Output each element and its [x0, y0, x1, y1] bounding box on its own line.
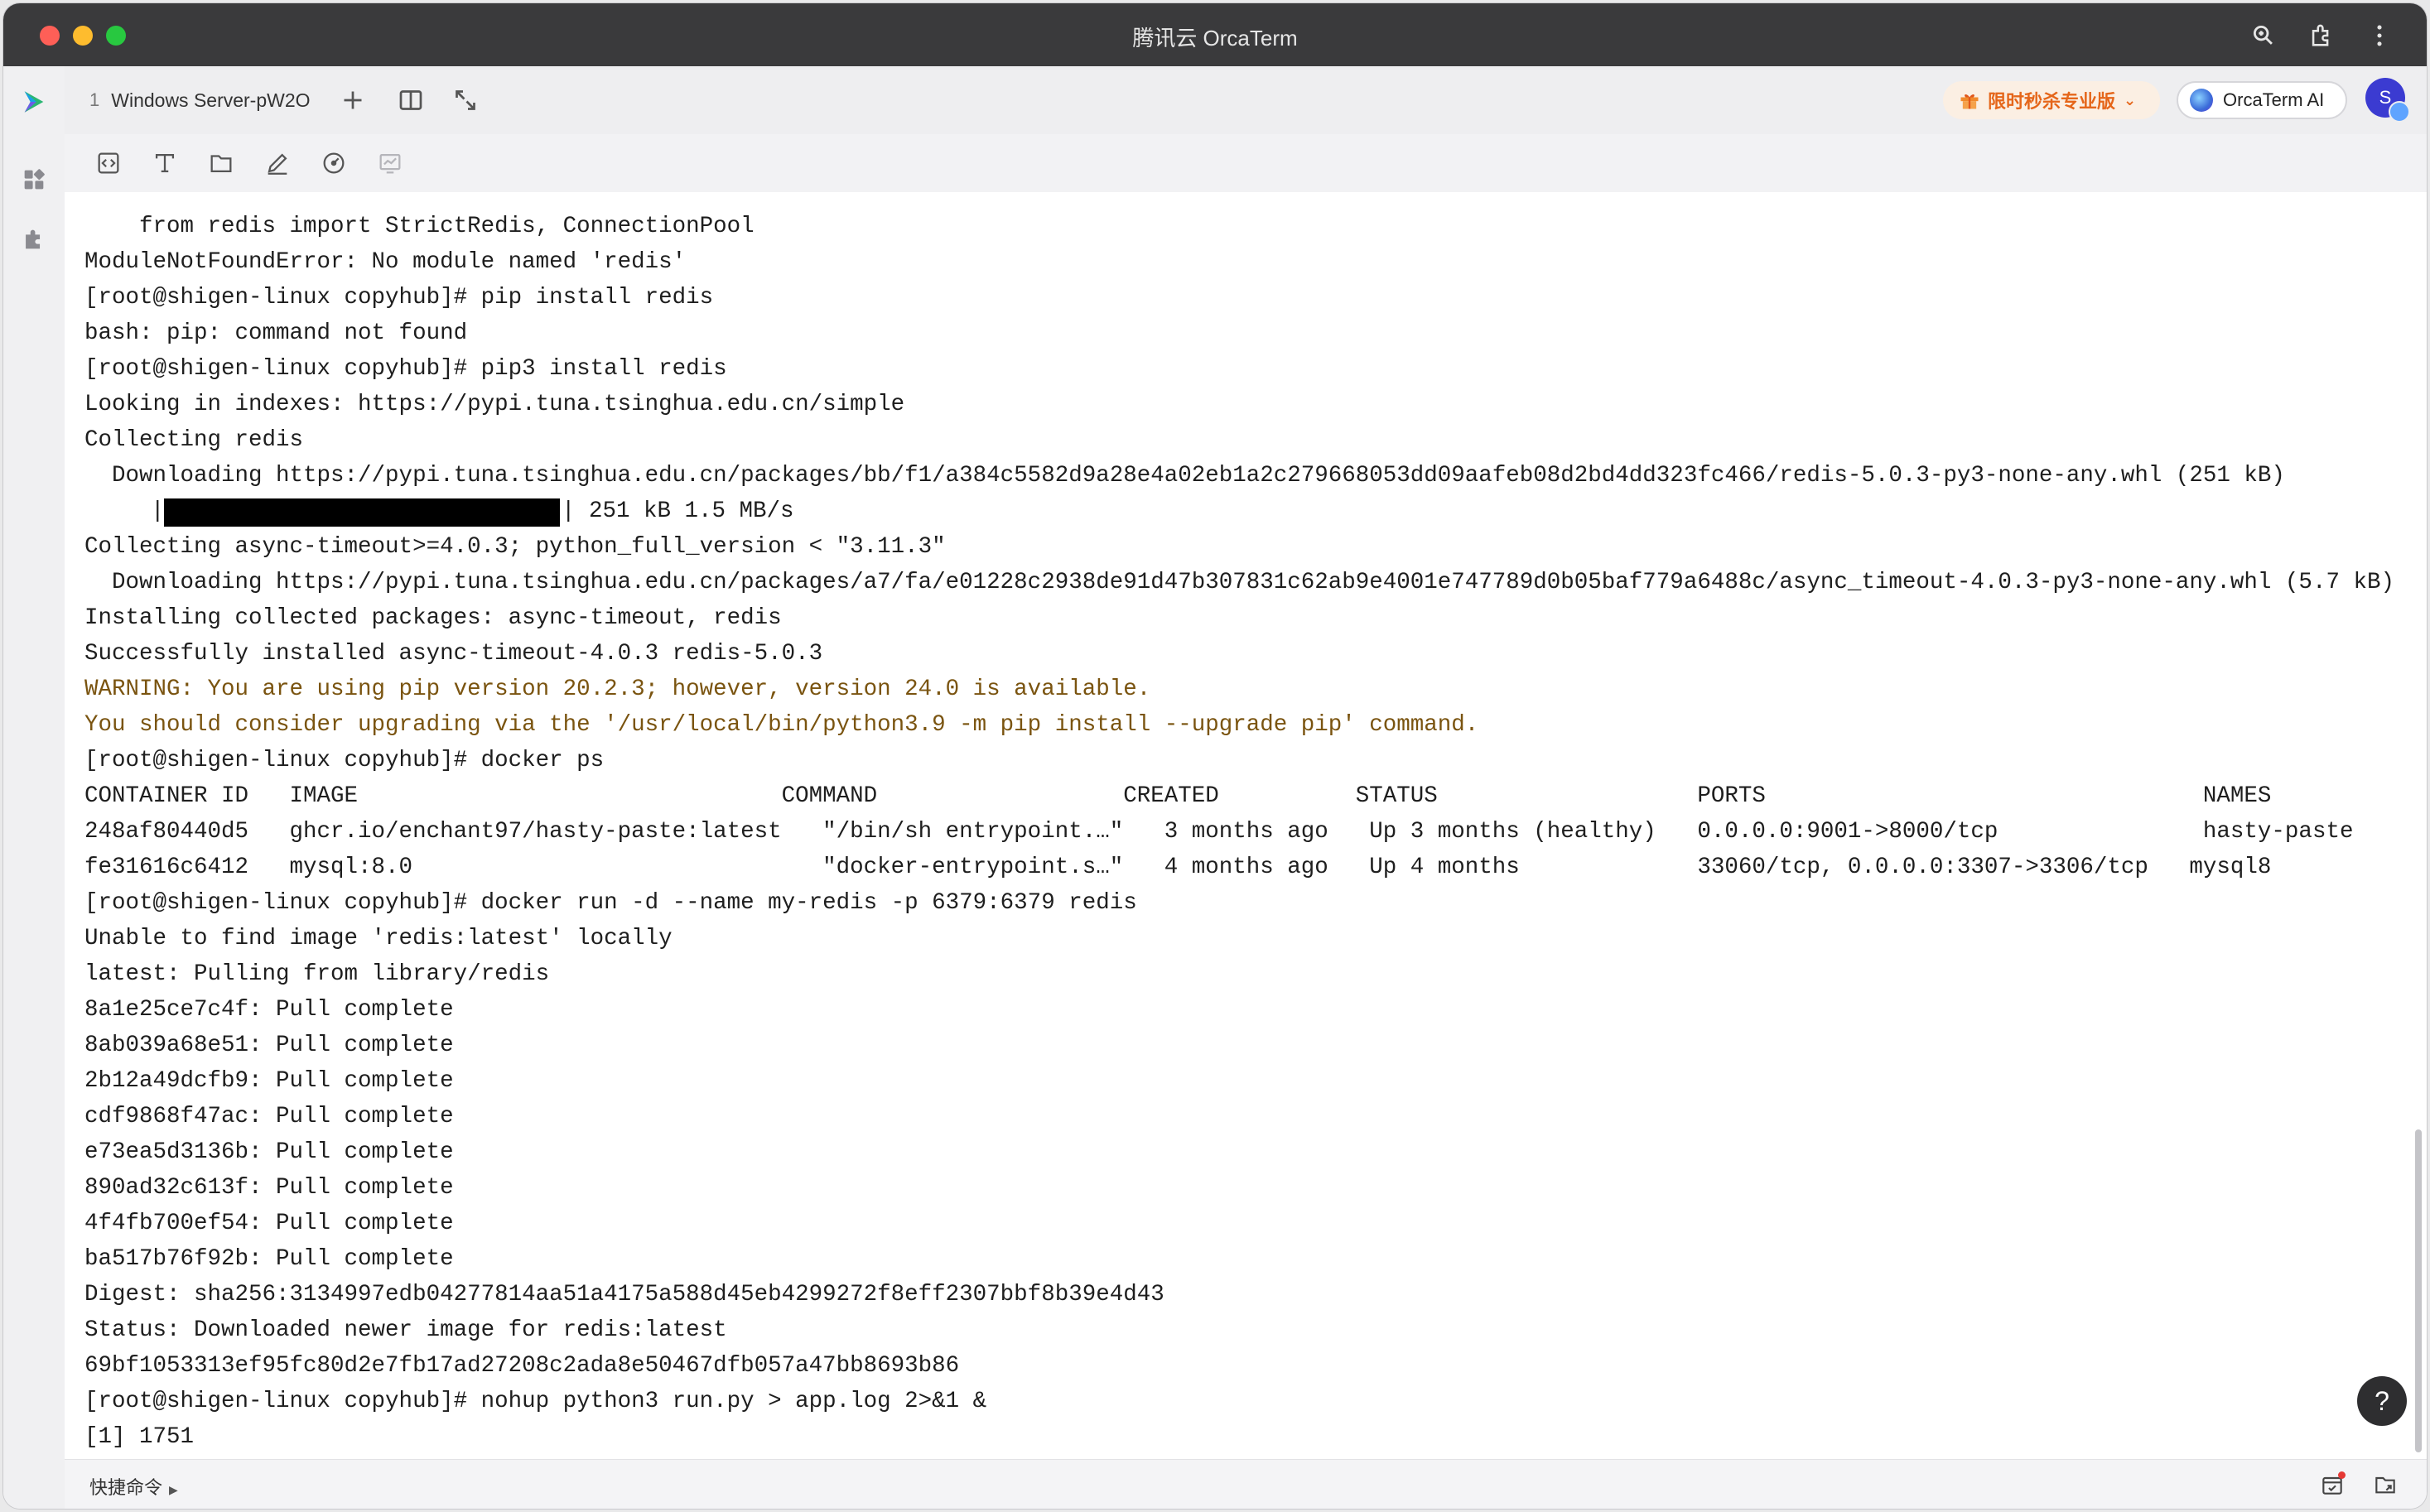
terminal-line: 2b12a49dcfb9: Pull complete	[84, 1068, 454, 1094]
terminal-line: Status: Downloaded newer image for redis…	[84, 1317, 727, 1343]
terminal-line: Installing collected packages: async-tim…	[84, 605, 782, 631]
terminal-lines: from redis import StrictRedis, Connectio…	[84, 209, 2394, 1455]
terminal-line: Downloading https://pypi.tuna.tsinghua.e…	[84, 570, 2394, 595]
terminal-line: [root@shigen-linux copyhub]# docker ps	[84, 748, 605, 773]
terminal-line: Collecting redis	[84, 427, 304, 453]
progress-left-pipe: |	[151, 498, 165, 524]
toolbar	[65, 134, 2427, 192]
terminal-line: Successfully installed async-timeout-4.0…	[84, 641, 823, 667]
tab-windows-server[interactable]: 1 Windows Server-pW2O	[65, 66, 321, 134]
window-title: 腾讯云 OrcaTerm	[1132, 26, 1298, 51]
terminal-line: Looking in indexes: https://pypi.tuna.ts…	[84, 392, 905, 417]
promo-upgrade-button[interactable]: 限时秒杀专业版 ⌄	[1943, 81, 2160, 119]
file-transfer-icon[interactable]	[2372, 1471, 2399, 1498]
orcaterm-logo-icon	[20, 88, 48, 116]
tab-label: Windows Server-pW2O	[111, 89, 311, 111]
terminal-line: fe31616c6412 mysql:8.0 "docker-entrypoin…	[84, 855, 2272, 880]
zoom-search-icon[interactable]	[2249, 22, 2278, 50]
terminal-line: ModuleNotFoundError: No module named 're…	[84, 249, 687, 275]
gift-icon	[1958, 89, 1981, 112]
terminal-line: 4f4fb700ef54: Pull complete	[84, 1211, 454, 1236]
avatar-initial: S	[2379, 87, 2392, 108]
plugin-puzzle-icon[interactable]	[20, 225, 48, 253]
extension-icon[interactable]	[2307, 22, 2336, 50]
terminal-line: You should consider upgrading via the '/…	[84, 712, 1479, 738]
terminal-line: Digest: sha256:3134997edb04277814aa51a41…	[84, 1282, 1164, 1307]
terminal-line: 8ab039a68e51: Pull complete	[84, 1033, 454, 1058]
calendar-task-icon[interactable]	[2319, 1471, 2346, 1498]
terminal-line: from redis import StrictRedis, Connectio…	[84, 214, 755, 239]
terminal-line: [1] 1751	[84, 1424, 195, 1450]
terminal-line: ba517b76f92b: Pull complete	[84, 1246, 454, 1272]
fullscreen-expand-icon[interactable]	[451, 85, 480, 115]
terminal-line: [root@shigen-linux copyhub]# pip3 instal…	[84, 356, 727, 382]
promo-label: 限时秒杀专业版	[1988, 91, 2116, 112]
terminal-output[interactable]: from redis import StrictRedis, Connectio…	[65, 192, 2427, 1459]
performance-chart-icon[interactable]	[376, 149, 404, 177]
left-rail	[3, 66, 65, 1509]
edit-pencil-icon[interactable]	[263, 149, 292, 177]
terminal-line: 890ad32c613f: Pull complete	[84, 1175, 454, 1201]
ai-button-label: OrcaTerm AI	[2223, 89, 2325, 110]
terminal-scrollbar[interactable]	[2415, 1129, 2422, 1452]
bell-icon[interactable]	[2425, 1471, 2427, 1498]
download-progress-line: | | 251 kB 1.5 MB/s	[84, 494, 2394, 529]
ai-orb-icon	[2190, 89, 2213, 112]
terminal-line: 69bf1053313ef95fc80d2e7fb17ad27208c2ada8…	[84, 1353, 960, 1379]
help-label: ?	[2375, 1386, 2389, 1416]
terminal-line: CONTAINER ID IMAGE COMMAND CREATED STATU…	[84, 783, 2272, 809]
terminal-line: latest: Pulling from library/redis	[84, 961, 550, 987]
tab-bar: 1 Windows Server-pW2O 限时秒杀专业版 ⌄ OrcaTerm…	[65, 66, 2427, 134]
app-window: 腾讯云 OrcaTerm 1 Windows Server-pW2O 限时秒杀专…	[3, 3, 2427, 1509]
terminal-line: [root@shigen-linux copyhub]# nohup pytho…	[84, 1389, 987, 1414]
new-tab-plus-icon[interactable]	[338, 85, 368, 115]
terminal-line: bash: pip: command not found	[84, 320, 468, 346]
avatar-badge-icon	[2389, 101, 2410, 123]
terminal-line: e73ea5d3136b: Pull complete	[84, 1139, 454, 1165]
dashboard-grid-icon[interactable]	[20, 166, 48, 194]
text-format-icon[interactable]	[151, 149, 179, 177]
download-progress-bar	[164, 498, 560, 527]
monitor-gauge-icon[interactable]	[320, 149, 348, 177]
help-button[interactable]: ?	[2357, 1376, 2407, 1426]
terminal-line: [root@shigen-linux copyhub]# pip install…	[84, 285, 714, 311]
chevron-down-icon: ⌄	[2124, 91, 2137, 108]
progress-suffix: | 251 kB 1.5 MB/s	[562, 498, 794, 524]
tab-index: 1	[89, 89, 100, 110]
more-vertical-icon[interactable]	[2365, 22, 2394, 50]
terminal-line: 248af80440d5 ghcr.io/enchant97/hasty-pas…	[84, 819, 2354, 845]
orcaterm-ai-button[interactable]: OrcaTerm AI	[2177, 81, 2347, 119]
terminal-line: cdf9868f47ac: Pull complete	[84, 1104, 454, 1129]
terminal-line: Downloading https://pypi.tuna.tsinghua.e…	[84, 463, 2285, 489]
caret-right-icon: ▶	[169, 1483, 178, 1496]
user-avatar[interactable]: S	[2365, 78, 2410, 123]
quick-commands-label: 快捷命令	[89, 1477, 163, 1498]
split-view-icon[interactable]	[396, 85, 426, 115]
terminal-line: Collecting async-timeout>=4.0.3; python_…	[84, 534, 946, 560]
title-bar: 腾讯云 OrcaTerm	[3, 3, 2427, 66]
terminal-line: WARNING: You are using pip version 20.2.…	[84, 677, 1151, 702]
quick-commands-button[interactable]: 快捷命令 ▶	[89, 1473, 178, 1500]
folder-icon[interactable]	[207, 149, 235, 177]
terminal-line: 8a1e25ce7c4f: Pull complete	[84, 997, 454, 1023]
bottom-bar: 快捷命令 ▶	[65, 1459, 2427, 1509]
notification-dot	[2338, 1471, 2346, 1479]
code-terminal-icon[interactable]	[94, 149, 123, 177]
terminal-line: [root@shigen-linux copyhub]# docker run …	[84, 890, 1137, 916]
terminal-line: Unable to find image 'redis:latest' loca…	[84, 926, 673, 951]
